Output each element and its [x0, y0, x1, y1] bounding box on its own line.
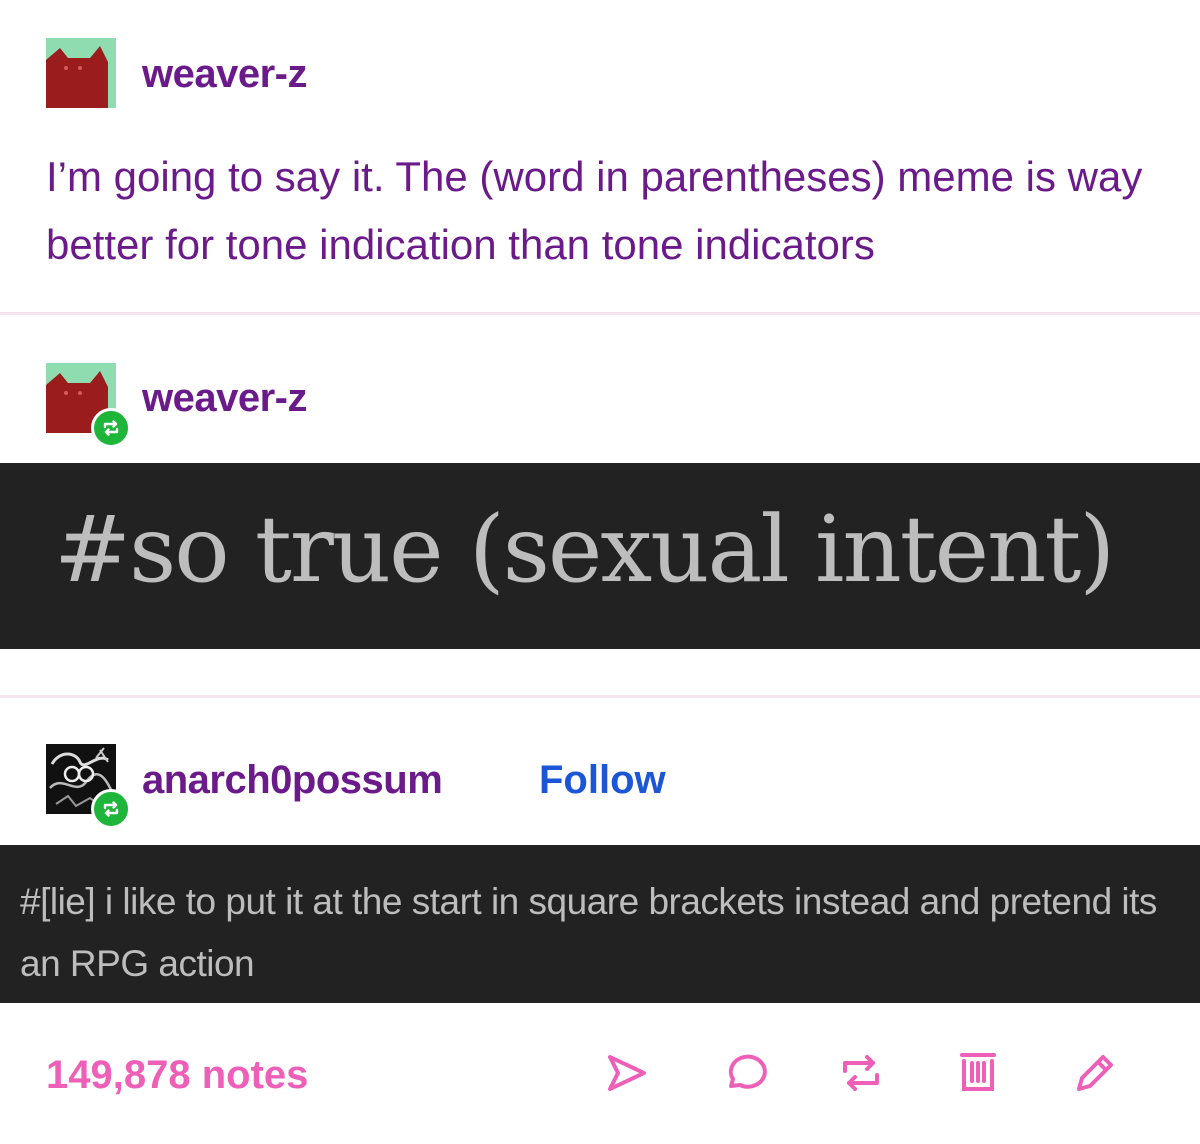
follow-button[interactable]: Follow	[539, 758, 666, 803]
avatar[interactable]	[46, 363, 131, 448]
username[interactable]: anarch0possum	[142, 758, 443, 803]
username[interactable]: weaver-z	[142, 376, 307, 421]
reblog-post-2: anarch0possum Follow #[lie] i like to pu…	[0, 698, 1200, 1008]
notes-count[interactable]: 149,878 notes	[46, 1053, 308, 1098]
avatar[interactable]	[46, 744, 131, 829]
edit-icon[interactable]	[1072, 1050, 1118, 1096]
post-body-text: I’m going to say it. The (word in parent…	[46, 153, 1143, 268]
tag[interactable]: #so true (sexual intent)	[54, 496, 1115, 603]
tags-bar: #so true (sexual intent)	[0, 463, 1200, 649]
tag[interactable]: #[lie] i like to put it at the start in …	[20, 871, 1180, 995]
cat-avatar-image	[46, 38, 116, 108]
queue-icon[interactable]	[955, 1050, 1001, 1096]
username[interactable]: weaver-z	[142, 52, 307, 97]
original-post: weaver-z I’m going to say it. The (word …	[0, 0, 1200, 312]
reblog-badge-icon	[91, 408, 131, 448]
reblog-post-1: weaver-z #so true (sexual intent)	[0, 315, 1200, 695]
avatar[interactable]	[46, 38, 118, 110]
share-icon[interactable]	[604, 1050, 650, 1096]
tags-bar: #[lie] i like to put it at the start in …	[0, 845, 1200, 1003]
reblog-icon[interactable]	[838, 1050, 884, 1096]
reply-icon[interactable]	[722, 1050, 768, 1096]
reblog-badge-icon	[91, 789, 131, 829]
